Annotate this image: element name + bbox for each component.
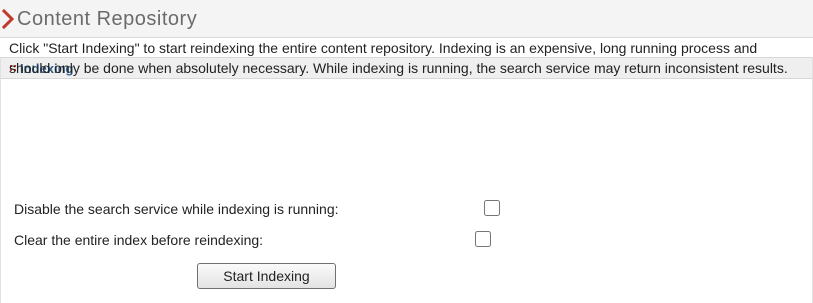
- option-row-disable-search: Disable the search service while indexin…: [14, 198, 534, 220]
- indexing-description: Click "Start Indexing" to start reindexi…: [9, 40, 788, 76]
- page-title: Content Repository: [17, 8, 198, 30]
- start-indexing-button[interactable]: Start Indexing: [197, 263, 336, 289]
- disable-search-checkbox[interactable]: [484, 200, 500, 216]
- chevron-right-icon: [1, 8, 15, 30]
- indexing-panel: Indexing: [0, 57, 813, 303]
- clear-index-label: Clear the entire index before reindexing…: [14, 232, 264, 248]
- option-row-clear-index: Clear the entire index before reindexing…: [14, 229, 534, 251]
- page-header: Content Repository: [0, 0, 813, 38]
- clear-index-checkbox[interactable]: [475, 231, 491, 247]
- disable-search-label: Disable the search service while indexin…: [14, 201, 339, 217]
